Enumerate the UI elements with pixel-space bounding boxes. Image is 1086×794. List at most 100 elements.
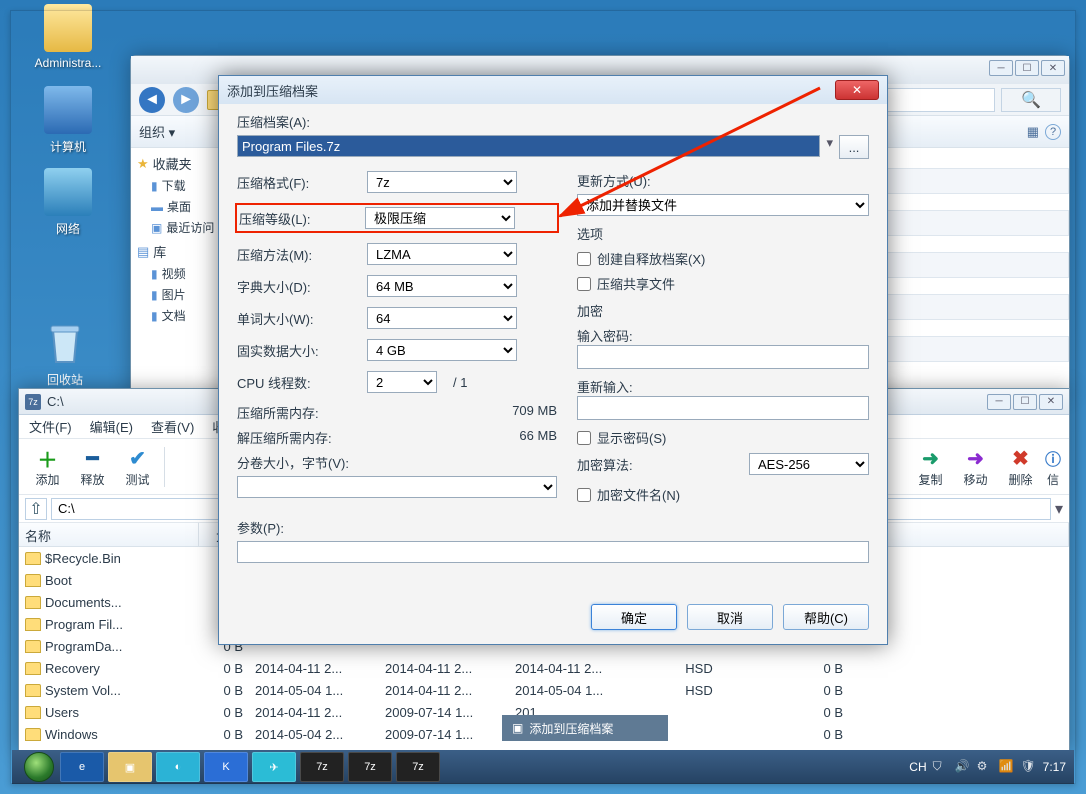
- help-button[interactable]: 帮助(C): [783, 604, 869, 630]
- taskbar-item-7z1[interactable]: 7z: [300, 752, 344, 782]
- tray-icon[interactable]: 🛡: [1021, 759, 1037, 775]
- solid-label: 固实数据大小:: [237, 341, 367, 360]
- params-input[interactable]: [237, 541, 869, 563]
- recycle-bin-icon: [41, 320, 89, 368]
- icon-label: Administra...: [28, 56, 108, 70]
- tray-clock[interactable]: 7:17: [1043, 760, 1066, 774]
- tray-lang[interactable]: CH: [909, 760, 926, 774]
- tray-icon[interactable]: ⛉: [933, 759, 949, 775]
- split-label: 分卷大小，字节(V):: [237, 453, 557, 472]
- table-row[interactable]: System Vol...0 B2014-05-04 1...2014-04-1…: [19, 679, 1069, 701]
- split-combo[interactable]: [237, 476, 557, 498]
- update-select[interactable]: 添加并替换文件: [577, 194, 869, 216]
- update-label: 更新方式(U):: [577, 171, 869, 190]
- dict-select[interactable]: 64 MB: [367, 275, 517, 297]
- maximize-button[interactable]: ☐: [1015, 60, 1039, 76]
- taskbar-item-7z3[interactable]: 7z: [396, 752, 440, 782]
- tray-icon[interactable]: 📶: [999, 759, 1015, 775]
- word-select[interactable]: 64: [367, 307, 517, 329]
- toolbar-separator: [164, 447, 165, 487]
- shared-checkbox[interactable]: 压缩共享文件: [577, 274, 869, 293]
- dialog-title: 添加到压缩档案: [227, 81, 318, 100]
- password-input[interactable]: [577, 345, 869, 369]
- word-label: 单词大小(W):: [237, 309, 367, 328]
- desktop-icon-computer[interactable]: 计算机: [28, 86, 108, 155]
- sidebar-favorites[interactable]: 收藏夹: [153, 154, 192, 173]
- format-select[interactable]: 7z: [367, 171, 517, 193]
- ok-button[interactable]: 确定: [591, 604, 677, 630]
- level-select[interactable]: 极限压缩: [365, 207, 515, 229]
- tool-add[interactable]: ＋添加: [25, 445, 70, 488]
- memcomp-label: 压缩所需内存:: [237, 403, 319, 422]
- tool-delete[interactable]: ✖删除: [998, 445, 1043, 488]
- maximize-button[interactable]: ☐: [1013, 394, 1037, 410]
- cancel-button[interactable]: 取消: [687, 604, 773, 630]
- tray-icon[interactable]: 🔊: [955, 759, 971, 775]
- icon-label: 网络: [28, 220, 108, 237]
- nav-forward-button[interactable]: ►: [173, 87, 199, 113]
- tray-icon[interactable]: ⚙: [977, 759, 993, 775]
- taskbar-item-ie[interactable]: e: [60, 752, 104, 782]
- taskbar-item-app3[interactable]: ✈: [252, 752, 296, 782]
- tool-move[interactable]: ➜移动: [953, 445, 998, 488]
- system-tray: CH ⛉ 🔊 ⚙ 📶 🛡 7:17: [909, 759, 1066, 775]
- tool-test[interactable]: ✔测试: [115, 445, 160, 488]
- tool-info[interactable]: ⓘ信: [1043, 445, 1063, 488]
- tool-extract[interactable]: ━释放: [70, 445, 115, 488]
- memcomp-value: 709 MB: [512, 403, 557, 422]
- method-select[interactable]: LZMA: [367, 243, 517, 265]
- params-label: 参数(P):: [237, 518, 869, 537]
- tool-copy[interactable]: ➜复制: [908, 445, 953, 488]
- taskbar-item-explorer[interactable]: ▣: [108, 752, 152, 782]
- nav-back-button[interactable]: ◄: [139, 87, 165, 113]
- taskbar-item-app2[interactable]: K: [204, 752, 248, 782]
- method-label: 压缩方法(M):: [237, 245, 367, 264]
- desktop-icon-network[interactable]: 网络: [28, 168, 108, 237]
- desktop-icon-recycle[interactable]: 回收站: [30, 320, 100, 388]
- sidebar-libraries[interactable]: 库: [153, 242, 166, 261]
- taskbar-item-7z2[interactable]: 7z: [348, 752, 392, 782]
- pw2-label: 重新输入:: [577, 377, 869, 396]
- start-button[interactable]: [20, 750, 58, 784]
- organize-button[interactable]: 组织 ▾: [139, 122, 175, 141]
- menu-view[interactable]: 查看(V): [151, 417, 194, 436]
- view-icon[interactable]: ▦: [1027, 124, 1039, 140]
- minimize-button[interactable]: ─: [987, 394, 1011, 410]
- window-preview-title: 添加到压缩档案: [529, 720, 613, 737]
- desktop-icon-admin[interactable]: Administra...: [28, 4, 108, 70]
- path-up-button[interactable]: ⇧: [25, 498, 47, 520]
- pw1-label: 输入密码:: [577, 326, 869, 345]
- taskbar-item-app1[interactable]: ◐: [156, 752, 200, 782]
- add-to-archive-dialog: 添加到压缩档案 ✕ 压缩档案(A): ▾ ... 压缩格式(F): 7z 压缩等…: [218, 75, 888, 645]
- search-box[interactable]: 🔍: [1001, 88, 1061, 112]
- menu-file[interactable]: 文件(F): [29, 417, 72, 436]
- table-row[interactable]: Recovery0 B2014-04-11 2...2014-04-11 2..…: [19, 657, 1069, 679]
- taskbar: e ▣ ◐ K ✈ 7z 7z 7z CH ⛉ 🔊 ⚙ 📶 🛡 7:17: [12, 750, 1074, 784]
- help-icon[interactable]: ?: [1045, 124, 1061, 140]
- archive-name-input[interactable]: [237, 135, 820, 157]
- start-orb-icon: [24, 752, 54, 782]
- showpw-checkbox[interactable]: 显示密码(S): [577, 428, 869, 447]
- algo-select[interactable]: AES-256: [749, 453, 869, 475]
- password-confirm-input[interactable]: [577, 396, 869, 420]
- network-icon: [44, 168, 92, 216]
- threads-max: / 1: [453, 375, 467, 390]
- sfx-checkbox[interactable]: 创建自释放档案(X): [577, 249, 869, 268]
- threads-label: CPU 线程数:: [237, 373, 367, 392]
- solid-select[interactable]: 4 GB: [367, 339, 517, 361]
- browse-button[interactable]: ...: [839, 135, 869, 159]
- taskbar-preview[interactable]: ▣ 添加到压缩档案: [502, 715, 668, 741]
- col-name[interactable]: 名称: [19, 523, 199, 546]
- close-button[interactable]: ✕: [1039, 394, 1063, 410]
- icon-label: 计算机: [28, 138, 108, 155]
- window-preview-icon: ▣: [512, 721, 523, 735]
- encryption-label: 加密: [577, 301, 869, 320]
- encrypt-names-checkbox[interactable]: 加密文件名(N): [577, 485, 869, 504]
- dialog-close-button[interactable]: ✕: [835, 80, 879, 100]
- format-label: 压缩格式(F):: [237, 173, 367, 192]
- close-button[interactable]: ✕: [1041, 60, 1065, 76]
- threads-select[interactable]: 2: [367, 371, 437, 393]
- memdecomp-label: 解压缩所需内存:: [237, 428, 332, 447]
- menu-edit[interactable]: 编辑(E): [90, 417, 133, 436]
- minimize-button[interactable]: ─: [989, 60, 1013, 76]
